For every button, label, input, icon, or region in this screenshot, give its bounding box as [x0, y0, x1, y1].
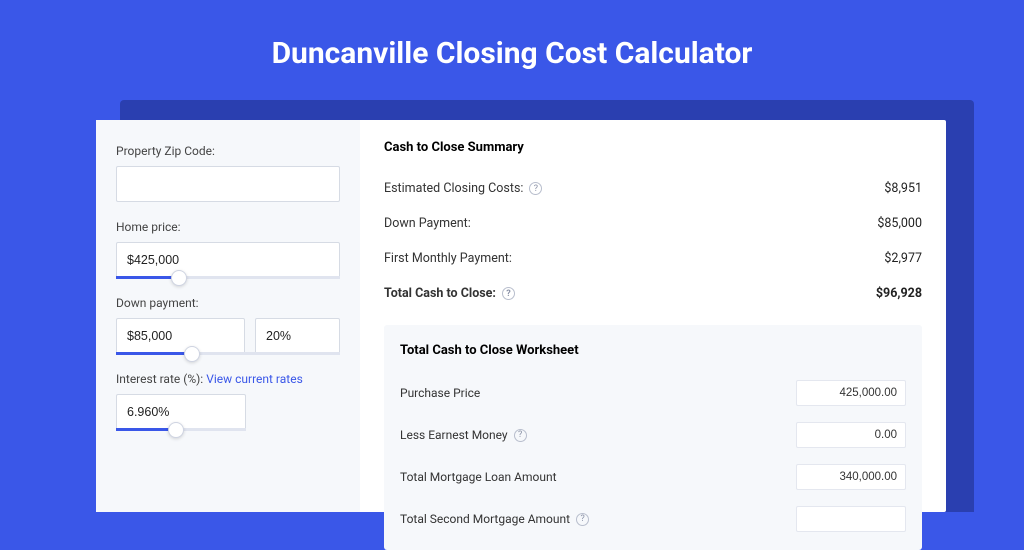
- down-payment-slider[interactable]: [116, 318, 340, 354]
- worksheet-row-label: Total Mortgage Loan Amount: [400, 470, 557, 484]
- worksheet-row: Purchase Price: [400, 372, 906, 414]
- interest-label: Interest rate (%):: [116, 372, 203, 386]
- interest-slider[interactable]: [116, 394, 246, 430]
- worksheet-row: Less Earnest Money ?: [400, 414, 906, 456]
- slider-fill: [116, 276, 179, 279]
- page-title: Duncanville Closing Cost Calculator: [0, 0, 1024, 101]
- calculator-card: Property Zip Code: Home price: Down paym…: [96, 120, 946, 512]
- help-icon[interactable]: ?: [514, 429, 527, 442]
- summary-row-value: $8,951: [884, 181, 922, 196]
- summary-total-row: Total Cash to Close: ? $96,928: [384, 276, 922, 311]
- summary-row-value: $85,000: [877, 216, 922, 231]
- summary-title: Cash to Close Summary: [384, 140, 922, 155]
- slider-thumb[interactable]: [171, 270, 187, 286]
- summary-total-label: Total Cash to Close:: [384, 286, 496, 301]
- summary-row-label: Down Payment:: [384, 216, 471, 231]
- view-rates-link[interactable]: View current rates: [206, 372, 303, 386]
- summary-total-value: $96,928: [876, 286, 922, 301]
- help-icon[interactable]: ?: [502, 287, 515, 300]
- zip-field-group: Property Zip Code:: [116, 144, 340, 202]
- interest-label-row: Interest rate (%): View current rates: [116, 372, 340, 386]
- home-price-input[interactable]: [116, 242, 340, 278]
- summary-row-label: First Monthly Payment:: [384, 251, 512, 266]
- worksheet-value-input[interactable]: [796, 422, 906, 448]
- summary-panel: Cash to Close Summary Estimated Closing …: [360, 120, 946, 512]
- slider-thumb[interactable]: [184, 346, 200, 362]
- summary-row-value: $2,977: [884, 251, 922, 266]
- worksheet-value-input[interactable]: [796, 380, 906, 406]
- worksheet-row: Total Second Mortgage Amount ?: [400, 498, 906, 540]
- down-payment-field-group: Down payment:: [116, 296, 340, 354]
- worksheet-title: Total Cash to Close Worksheet: [400, 343, 906, 358]
- summary-row: Down Payment: $85,000: [384, 206, 922, 241]
- worksheet-panel: Total Cash to Close Worksheet Purchase P…: [384, 325, 922, 550]
- home-price-slider[interactable]: [116, 242, 340, 278]
- down-payment-pct-input[interactable]: [255, 318, 340, 354]
- summary-row: Estimated Closing Costs: ? $8,951: [384, 171, 922, 206]
- slider-thumb[interactable]: [168, 422, 184, 438]
- summary-row-label: Estimated Closing Costs:: [384, 181, 523, 196]
- home-price-field-group: Home price:: [116, 220, 340, 278]
- inputs-panel: Property Zip Code: Home price: Down paym…: [96, 120, 360, 512]
- worksheet-row-label: Total Second Mortgage Amount: [400, 512, 570, 526]
- zip-input[interactable]: [116, 166, 340, 202]
- summary-row: First Monthly Payment: $2,977: [384, 241, 922, 276]
- worksheet-row: Total Mortgage Loan Amount: [400, 456, 906, 498]
- home-price-label: Home price:: [116, 220, 340, 234]
- help-icon[interactable]: ?: [576, 513, 589, 526]
- slider-fill: [116, 352, 192, 355]
- worksheet-value-input[interactable]: [796, 506, 906, 532]
- worksheet-row-label: Less Earnest Money: [400, 428, 508, 442]
- help-icon[interactable]: ?: [529, 182, 542, 195]
- interest-field-group: Interest rate (%): View current rates: [116, 372, 340, 430]
- zip-label: Property Zip Code:: [116, 144, 340, 158]
- worksheet-row-label: Purchase Price: [400, 386, 480, 400]
- down-payment-input[interactable]: [116, 318, 245, 354]
- down-payment-label: Down payment:: [116, 296, 340, 310]
- worksheet-value-input[interactable]: [796, 464, 906, 490]
